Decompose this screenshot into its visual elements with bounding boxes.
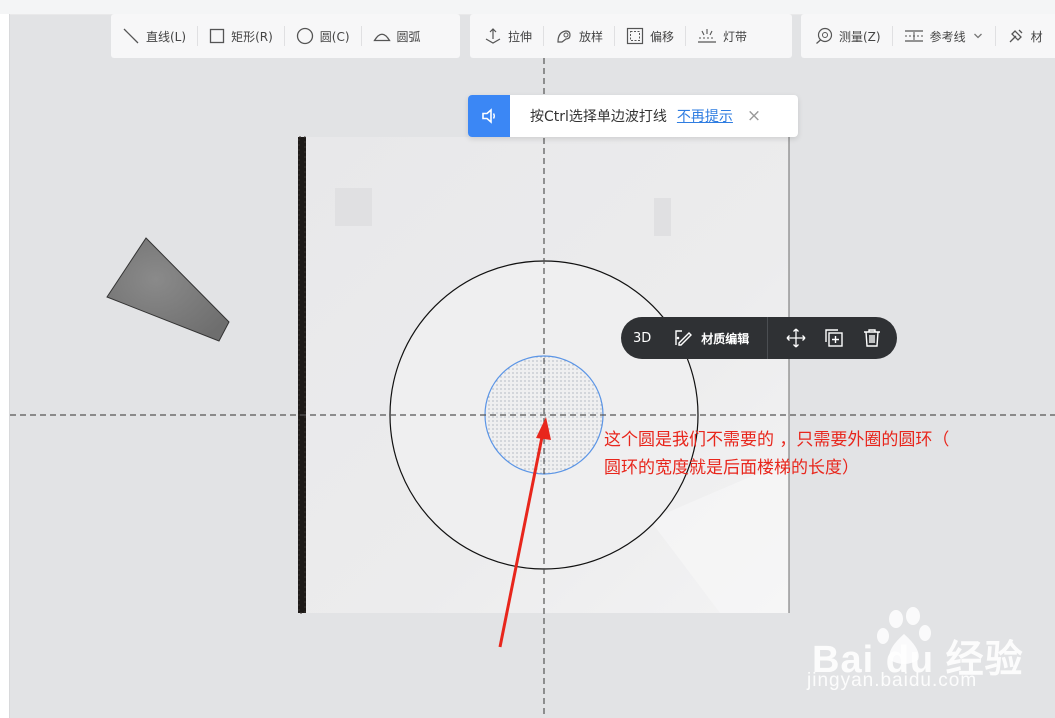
stone-wedge-shape[interactable]	[106, 237, 230, 342]
trash-icon	[864, 329, 881, 347]
close-icon[interactable]: ×	[747, 106, 761, 126]
fixture-square[interactable]	[335, 188, 372, 226]
watermark-url: jingyan.baidu.com	[807, 670, 978, 691]
move-button[interactable]	[786, 328, 806, 348]
object-context-toolbar: 3D 材质编辑	[621, 317, 897, 359]
dont-show-again-link[interactable]: 不再提示	[677, 106, 733, 126]
speaker-icon	[468, 95, 510, 137]
material-edit-icon	[675, 330, 693, 346]
annotation-text: 这个圆是我们不需要的 ，只需要外圈的圆环（ 圆环的宽度就是后面楼梯的长度）	[604, 426, 1044, 482]
annotation-line-1: 这个圆是我们不需要的 ，只需要外圈的圆环（	[604, 430, 950, 450]
view-3d-button[interactable]: 3D	[633, 331, 651, 346]
hint-toast: 按Ctrl选择单边波打线 不再提示 ×	[468, 95, 798, 137]
delete-button[interactable]	[862, 328, 882, 348]
annotation-line-2: 圆环的宽度就是后面楼梯的长度）	[604, 458, 859, 478]
copy-icon	[825, 329, 843, 347]
separator	[767, 317, 769, 359]
copy-button[interactable]	[824, 328, 844, 348]
move-icon	[786, 328, 806, 348]
hint-text: 按Ctrl选择单边波打线	[530, 109, 667, 125]
material-edit-button[interactable]: 材质编辑	[673, 328, 749, 348]
material-edit-label: 材质编辑	[701, 331, 750, 346]
fixture-rect[interactable]	[654, 198, 671, 236]
